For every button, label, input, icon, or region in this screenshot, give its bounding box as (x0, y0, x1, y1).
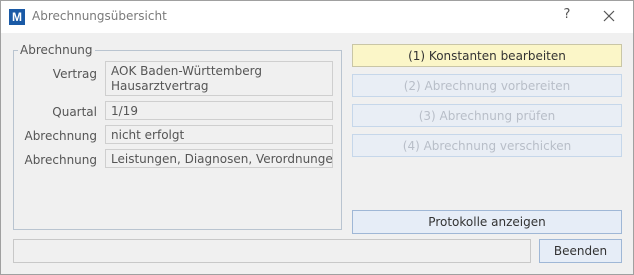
protokolle-anzeigen-button[interactable]: Protokolle anzeigen (352, 210, 622, 234)
close-icon[interactable] (601, 8, 617, 24)
abrechnung-vorbereiten-button[interactable]: (2) Abrechnung vorbereiten (352, 74, 622, 97)
title-bar: M Abrechnungsübersicht ? (1, 1, 633, 33)
vertrag-value: AOK Baden-Württemberg Hausarztvertrag (105, 61, 333, 96)
abrechnung-pruefen-button[interactable]: (3) Abrechnung prüfen (352, 104, 622, 127)
dialog-window: M Abrechnungsübersicht ? Abrechnung Vert… (0, 0, 634, 275)
window-title: Abrechnungsübersicht (32, 9, 167, 23)
abrechnung-verschicken-button[interactable]: (4) Abrechnung verschicken (352, 134, 622, 157)
app-icon: M (9, 9, 25, 25)
quartal-label: Quartal (52, 105, 97, 119)
abrechnung-scope-value: Leistungen, Diagnosen, Verordnungen (105, 149, 333, 168)
abrechnung-status-value: nicht erfolgt (105, 125, 333, 144)
vertrag-label: Vertrag (52, 67, 97, 81)
status-field (13, 239, 531, 263)
abrechnung-status-label: Abrechnung (24, 129, 97, 143)
abrechnung-scope-label: Abrechnung (24, 153, 97, 167)
konstanten-bearbeiten-button[interactable]: (1) Konstanten bearbeiten (352, 44, 622, 67)
help-button[interactable]: ? (561, 7, 573, 25)
quartal-value: 1/19 (105, 101, 333, 120)
group-legend: Abrechnung (20, 43, 93, 57)
beenden-button[interactable]: Beenden (539, 239, 622, 263)
